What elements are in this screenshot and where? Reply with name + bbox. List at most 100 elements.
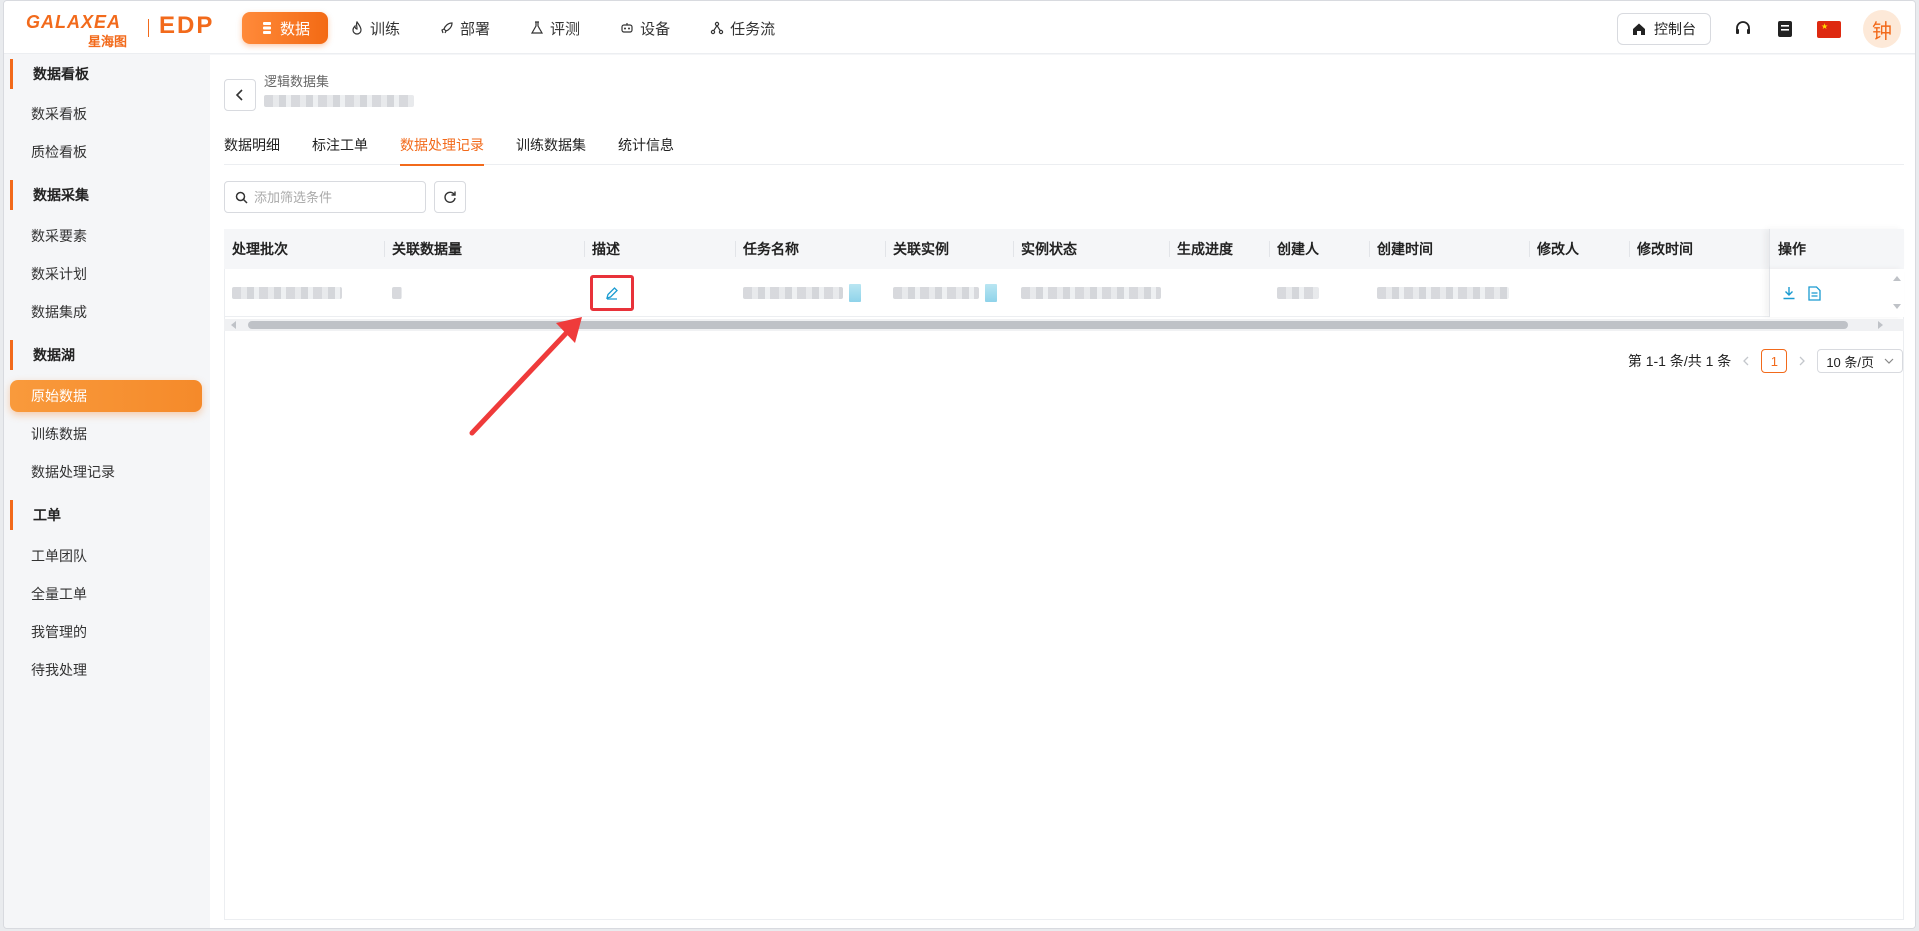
edit-description-button[interactable]	[590, 275, 634, 311]
sidebar-item-plans[interactable]: 数采计划	[10, 258, 202, 290]
rocket-icon	[441, 22, 453, 34]
sidebar-item-training-data[interactable]: 训练数据	[10, 418, 202, 450]
table-container	[224, 229, 1904, 920]
refresh-icon	[444, 191, 456, 203]
horizontal-scrollbar[interactable]	[224, 319, 1904, 331]
sidebar-group-collection: 数据采集	[10, 180, 200, 210]
robot-icon	[621, 23, 633, 33]
refresh-button[interactable]	[434, 181, 466, 213]
chevron-left-icon	[235, 89, 243, 101]
tab-bar: 数据明细 标注工单 数据处理记录 训练数据集 统计信息	[224, 125, 1904, 166]
avatar[interactable]: 钟	[1863, 10, 1901, 48]
cell-modified-time	[1629, 269, 1769, 317]
flow-icon	[710, 21, 724, 35]
page-size-select[interactable]: 10 条/页	[1817, 349, 1903, 373]
col-description[interactable]: 描述	[584, 229, 735, 269]
sidebar-group-dashboard: 数据看板	[10, 59, 200, 89]
sidebar-item-qc-board[interactable]: 质检看板	[10, 136, 202, 168]
download-icon[interactable]	[1782, 286, 1796, 300]
col-instance[interactable]: 关联实例	[885, 229, 1013, 269]
nav-eval-label: 评测	[550, 20, 581, 38]
search-icon	[235, 191, 248, 204]
cell-data-count	[384, 269, 584, 317]
main-nav: 数据 训练 部署 评测 设备 任务流	[242, 12, 797, 44]
sidebar-item-processing-records[interactable]: 数据处理记录	[10, 456, 202, 488]
cell-instance	[885, 269, 1013, 317]
sidebar-group-datalake: 数据湖	[10, 340, 200, 370]
prev-page-icon[interactable]	[1741, 355, 1751, 367]
logo-text: GALAXEA	[26, 12, 122, 32]
cell-progress	[1169, 269, 1269, 317]
china-flag-icon[interactable]: ★	[1817, 20, 1841, 38]
sidebar-item-all-orders[interactable]: 全量工单	[10, 578, 202, 610]
nav-workflow[interactable]: 任务流	[692, 12, 793, 44]
console-button[interactable]: 控制台	[1617, 13, 1711, 45]
cell-instance-status	[1013, 269, 1169, 317]
col-task-name[interactable]: 任务名称	[735, 229, 885, 269]
nav-deploy-label: 部署	[460, 20, 491, 38]
next-page-icon[interactable]	[1797, 355, 1807, 367]
page-number-current[interactable]: 1	[1761, 349, 1788, 373]
sidebar-item-teams[interactable]: 工单团队	[10, 540, 202, 572]
product-name: EDP	[159, 12, 215, 39]
database-icon	[263, 22, 271, 34]
col-actions-header: 操作	[1769, 229, 1904, 269]
vertical-scrollbar[interactable]	[1892, 273, 1902, 313]
sidebar-item-managed[interactable]: 我管理的	[10, 616, 202, 648]
col-creator[interactable]: 创建人	[1269, 229, 1369, 269]
col-created-time[interactable]: 创建时间	[1369, 229, 1529, 269]
nav-eval[interactable]: 评测	[512, 12, 598, 44]
nav-workflow-label: 任务流	[730, 20, 776, 38]
nav-device-label: 设备	[640, 20, 671, 38]
col-actions: 操作	[1778, 241, 1806, 257]
sidebar-item-pending[interactable]: 待我处理	[10, 654, 202, 686]
col-instance-status[interactable]: 实例状态	[1013, 229, 1169, 269]
sidebar-item-collect-board[interactable]: 数采看板	[10, 98, 202, 130]
back-button[interactable]	[224, 79, 256, 111]
scroll-right-icon[interactable]	[1876, 321, 1884, 329]
sidebar-item-integration[interactable]: 数据集成	[10, 296, 202, 328]
tab-statistics[interactable]: 统计信息	[618, 125, 674, 165]
document-icon[interactable]	[1775, 19, 1795, 39]
scroll-thumb[interactable]	[248, 321, 1848, 329]
col-modifier[interactable]: 修改人	[1529, 229, 1629, 269]
cell-batch	[224, 269, 384, 317]
cell-creator	[1269, 269, 1369, 317]
page-size-label: 10 条/页	[1826, 354, 1874, 370]
pagination: 第 1-1 条/共 1 条 1 10 条/页	[1628, 349, 1903, 373]
tab-processing-records[interactable]: 数据处理记录	[400, 125, 484, 166]
tab-data-detail[interactable]: 数据明细	[224, 125, 280, 165]
nav-train[interactable]: 训练	[332, 12, 418, 44]
top-bar: GALAXEA 星海图 EDP 数据 训练 部署 评测 设备 任务流 控制台 ★…	[4, 1, 1915, 54]
dataset-name-redacted	[264, 95, 414, 107]
nav-deploy[interactable]: 部署	[422, 12, 508, 44]
flame-icon	[352, 21, 362, 35]
filter-input[interactable]	[254, 189, 414, 205]
sidebar-item-raw-data[interactable]: 原始数据	[10, 380, 202, 412]
nav-device[interactable]: 设备	[602, 12, 688, 44]
console-label: 控制台	[1654, 21, 1696, 37]
cell-task-name	[735, 269, 885, 317]
sidebar-group-workorders: 工单	[10, 500, 200, 530]
pencil-icon	[606, 287, 618, 300]
headset-icon[interactable]	[1733, 19, 1753, 39]
main-content: 逻辑数据集 数据明细 标注工单 数据处理记录 训练数据集 统计信息 处理批次 关…	[210, 55, 1915, 928]
cell-created-time	[1369, 269, 1529, 317]
records-table: 处理批次 关联数据量 描述 任务名称 关联实例 实例状态 生成进度 创建人 创建…	[224, 229, 1904, 331]
col-progress[interactable]: 生成进度	[1169, 229, 1269, 269]
table-header: 处理批次 关联数据量 描述 任务名称 关联实例 实例状态 生成进度 创建人 创建…	[224, 229, 1904, 269]
tab-training-datasets[interactable]: 训练数据集	[516, 125, 586, 165]
cell-actions	[1769, 269, 1904, 317]
sidebar-item-elements[interactable]: 数采要素	[10, 220, 202, 252]
col-modified-time[interactable]: 修改时间	[1629, 229, 1769, 269]
tab-label-orders[interactable]: 标注工单	[312, 125, 368, 165]
nav-data[interactable]: 数据	[242, 12, 329, 44]
sidebar: 数据看板 数采看板 质检看板 数据采集 数采要素 数采计划 数据集成 数据湖 原…	[4, 55, 204, 928]
file-detail-icon[interactable]	[1808, 285, 1821, 301]
col-batch[interactable]: 处理批次	[224, 229, 384, 269]
chevron-down-icon	[1884, 358, 1894, 364]
col-data-count[interactable]: 关联数据量	[384, 229, 584, 269]
table-row	[224, 269, 1904, 317]
filter-input-box[interactable]	[224, 181, 426, 213]
scroll-left-icon[interactable]	[230, 321, 238, 329]
